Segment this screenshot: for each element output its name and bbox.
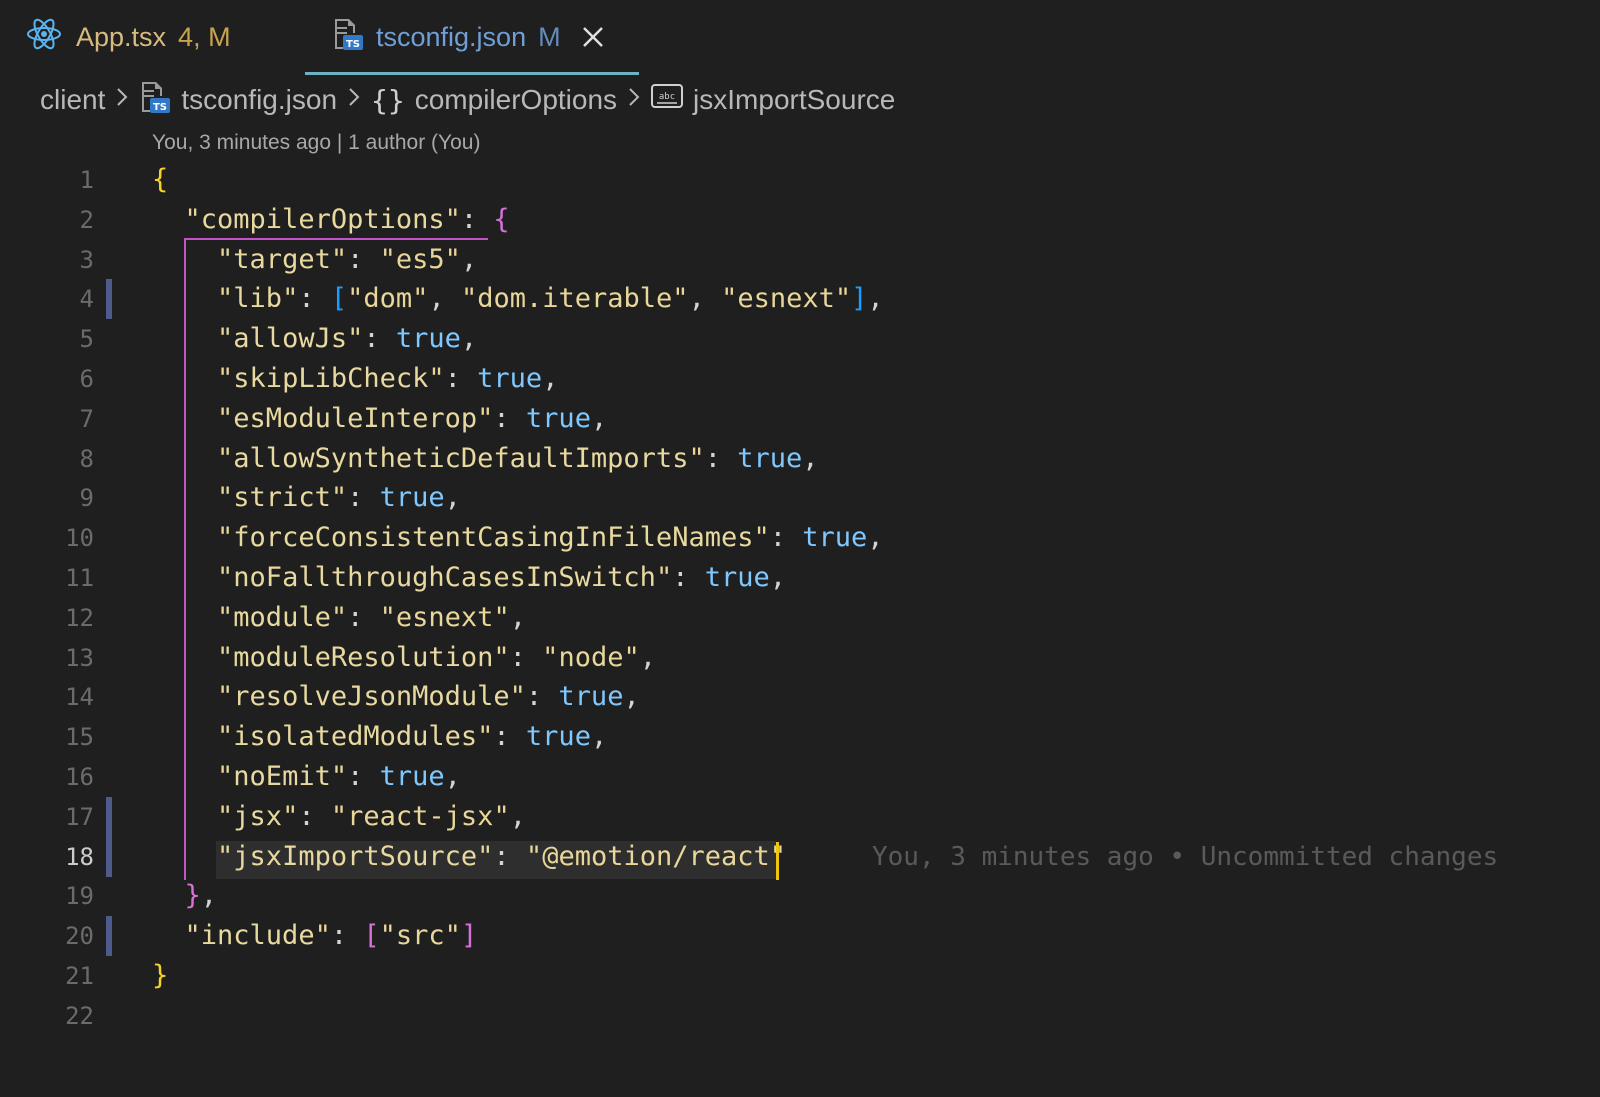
breadcrumb-item-jsximportsource[interactable]: abc jsxImportSource <box>651 83 895 117</box>
ts-file-icon: TS <box>332 17 364 58</box>
line-number[interactable]: 18 <box>40 837 94 877</box>
code-line[interactable]: 11 "noFallthroughCasesInSwitch": true, <box>0 558 1600 598</box>
line-number[interactable]: 1 <box>40 160 94 200</box>
code-line[interactable]: 6 "skipLibCheck": true, <box>0 359 1600 399</box>
code-line[interactable]: 17 "jsx": "react-jsx", <box>0 796 1600 837</box>
tab-tsconfig-json[interactable]: TS tsconfig.json M <box>332 0 607 74</box>
line-number[interactable]: 16 <box>40 757 94 797</box>
breadcrumb-item-tsconfig[interactable]: TS tsconfig.json <box>139 80 337 121</box>
line-number[interactable]: 2 <box>40 200 94 240</box>
breadcrumb-item-client[interactable]: client <box>40 84 105 116</box>
git-modified-gutter-marker[interactable] <box>106 916 112 957</box>
code-text[interactable]: "allowSyntheticDefaultImports": true, <box>152 439 819 479</box>
braces-icon: {} <box>371 83 405 117</box>
code-text[interactable]: "lib": ["dom", "dom.iterable", "esnext"]… <box>152 279 884 319</box>
code-text[interactable]: "compilerOptions": { <box>152 200 510 240</box>
code-text[interactable]: "skipLibCheck": true, <box>152 359 558 399</box>
line-number[interactable]: 21 <box>40 956 94 996</box>
breadcrumb: client TS tsconfig.json {} compilerOptio… <box>40 80 895 120</box>
codelens-blame-header[interactable]: You, 3 minutes ago | 1 author (You) <box>152 131 480 155</box>
tab-app-tsx[interactable]: App.tsx 4, M <box>26 0 231 74</box>
code-line[interactable]: 2 "compilerOptions": { <box>0 200 1600 240</box>
code-line[interactable]: 13 "moduleResolution": "node", <box>0 638 1600 678</box>
code-text[interactable]: }, <box>152 876 218 916</box>
git-modified-gutter-marker[interactable] <box>106 836 112 877</box>
inline-git-blame: You, 3 minutes ago • Uncommitted changes <box>872 841 1499 872</box>
breadcrumb-item-compileroptions[interactable]: {} compilerOptions <box>371 84 617 117</box>
code-text[interactable]: "jsx": "react-jsx", <box>152 797 526 837</box>
code-text[interactable]: "module": "esnext", <box>152 598 526 638</box>
line-number[interactable]: 15 <box>40 717 94 757</box>
ts-file-icon: TS <box>139 80 171 121</box>
code-text[interactable]: "esModuleInterop": true, <box>152 399 607 439</box>
code-text[interactable]: "isolatedModules": true, <box>152 717 607 757</box>
code-line[interactable]: 21} <box>0 956 1600 996</box>
line-number[interactable]: 5 <box>40 319 94 359</box>
line-number[interactable]: 11 <box>40 558 94 598</box>
code-line[interactable]: 1{ <box>0 160 1600 200</box>
code-text[interactable]: "noEmit": true, <box>152 757 461 797</box>
line-number[interactable]: 9 <box>40 478 94 518</box>
code-line[interactable]: 18 "jsxImportSource": "@emotion/react" Yo… <box>0 836 1600 877</box>
line-number[interactable]: 6 <box>40 359 94 399</box>
code-line[interactable]: 15 "isolatedModules": true, <box>0 717 1600 757</box>
code-text[interactable]: "resolveJsonModule": true, <box>152 677 640 717</box>
chevron-right-icon <box>347 84 361 116</box>
code-line[interactable]: 7 "esModuleInterop": true, <box>0 399 1600 439</box>
code-line[interactable]: 19 }, <box>0 876 1600 916</box>
chevron-right-icon <box>115 84 129 116</box>
code-line[interactable]: 3 "target": "es5", <box>0 240 1600 280</box>
code-text[interactable]: "target": "es5", <box>152 240 477 280</box>
line-number[interactable]: 14 <box>40 677 94 717</box>
line-number[interactable]: 3 <box>40 240 94 280</box>
tab-title: tsconfig.json <box>376 21 527 52</box>
line-number[interactable]: 19 <box>40 876 94 916</box>
code-text[interactable]: "noFallthroughCasesInSwitch": true, <box>152 558 786 598</box>
code-text[interactable]: "forceConsistentCasingInFileNames": true… <box>152 518 884 558</box>
line-number[interactable]: 8 <box>40 439 94 479</box>
code-line[interactable]: 9 "strict": true, <box>0 478 1600 518</box>
line-number[interactable]: 13 <box>40 638 94 678</box>
line-number[interactable]: 20 <box>40 916 94 956</box>
code-line[interactable]: 16 "noEmit": true, <box>0 757 1600 797</box>
code-line[interactable]: 20 "include": ["src"] <box>0 916 1600 957</box>
chevron-right-icon <box>627 84 641 116</box>
line-number[interactable]: 12 <box>40 598 94 638</box>
line-number[interactable]: 7 <box>40 399 94 439</box>
line-number[interactable]: 22 <box>40 996 94 1036</box>
git-modified-gutter-marker[interactable] <box>106 279 112 320</box>
code-text[interactable]: } <box>152 956 168 996</box>
code-line[interactable]: 12 "module": "esnext", <box>0 598 1600 638</box>
line-number[interactable]: 10 <box>40 518 94 558</box>
code-line[interactable]: 10 "forceConsistentCasingInFileNames": t… <box>0 518 1600 558</box>
git-modified-gutter-marker[interactable] <box>106 796 112 837</box>
code-line[interactable]: 5 "allowJs": true, <box>0 319 1600 359</box>
string-property-icon: abc <box>651 83 684 117</box>
tab-badge: M <box>538 21 561 52</box>
code-text[interactable]: "jsxImportSource": "@emotion/react" <box>152 837 786 877</box>
active-tab-indicator <box>305 72 639 75</box>
svg-text:abc: abc <box>659 92 675 102</box>
tab-title: App.tsx <box>76 21 167 52</box>
tab-bar: App.tsx 4, M TS tsconfig.json M <box>0 0 1600 76</box>
tab-badge: 4, M <box>178 21 231 52</box>
code-text[interactable]: "include": ["src"] <box>152 916 478 956</box>
line-number[interactable]: 17 <box>40 797 94 837</box>
code-text[interactable]: "allowJs": true, <box>152 319 477 359</box>
code-line[interactable]: 22 <box>0 996 1600 1036</box>
code-line[interactable]: 14 "resolveJsonModule": true, <box>0 677 1600 717</box>
svg-text:TS: TS <box>346 39 360 50</box>
code-text[interactable]: "strict": true, <box>152 478 461 518</box>
react-icon <box>26 17 62 58</box>
code-line[interactable]: 8 "allowSyntheticDefaultImports": true, <box>0 439 1600 479</box>
code-text[interactable]: { <box>152 160 168 200</box>
svg-text:TS: TS <box>153 102 167 113</box>
text-cursor <box>776 842 779 880</box>
line-number[interactable]: 4 <box>40 279 94 319</box>
code-text[interactable]: "moduleResolution": "node", <box>152 638 656 678</box>
code-line[interactable]: 4 "lib": ["dom", "dom.iterable", "esnext… <box>0 279 1600 320</box>
close-icon[interactable] <box>579 23 607 51</box>
